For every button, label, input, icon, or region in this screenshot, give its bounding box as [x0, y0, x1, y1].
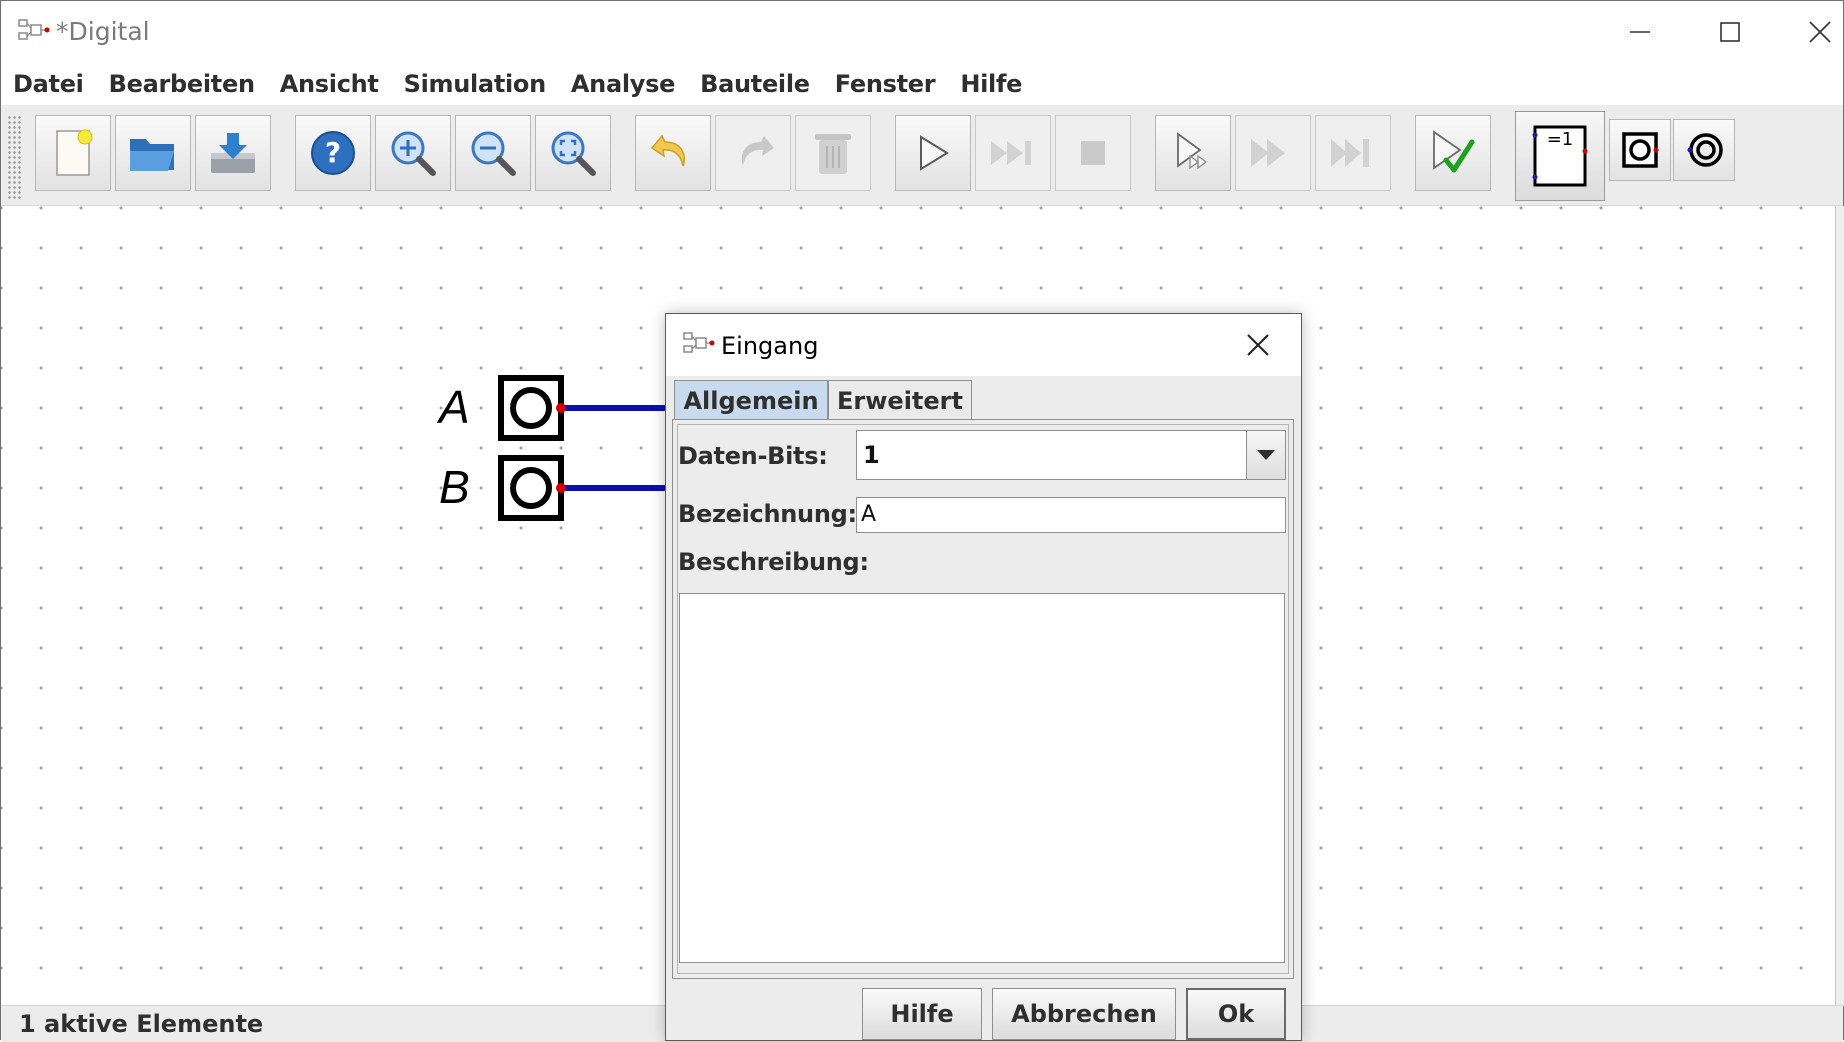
output-component-button[interactable] — [1673, 119, 1735, 181]
data-bits-combobox[interactable]: 1 — [856, 430, 1286, 480]
open-folder-icon — [130, 139, 174, 171]
micro-step-button[interactable] — [1155, 115, 1231, 191]
undo-button[interactable] — [635, 115, 711, 191]
zoom-in-icon — [391, 131, 436, 176]
input-a-label: A — [439, 381, 470, 433]
chevron-down-icon — [1257, 450, 1275, 460]
xor-gate-button[interactable]: =1 — [1515, 111, 1605, 201]
fast-run-button[interactable] — [1235, 115, 1311, 191]
cancel-button[interactable]: Abbrechen — [992, 988, 1176, 1040]
close-window-button[interactable] — [1785, 9, 1844, 55]
ok-button[interactable]: Ok — [1186, 988, 1286, 1040]
title-bar: *Digital — [1, 1, 1843, 63]
app-logo-icon — [683, 332, 715, 353]
input-a-pin — [556, 403, 566, 413]
xor-gate-label: =1 — [1547, 129, 1574, 150]
menu-analyse[interactable]: Analyse — [571, 70, 676, 98]
input-b-label: B — [439, 461, 470, 513]
menu-datei[interactable]: Datei — [13, 70, 84, 98]
input-b-component[interactable] — [495, 452, 675, 524]
new-button[interactable] — [35, 115, 111, 191]
dialog-title-bar[interactable]: Eingang — [666, 314, 1301, 376]
help-icon: ? — [311, 131, 355, 175]
maximize-button[interactable] — [1695, 9, 1765, 55]
fast-forward-icon — [1251, 139, 1285, 167]
input-component-icon — [1622, 132, 1659, 168]
input-b-pin — [556, 483, 566, 493]
data-bits-dropdown-button[interactable] — [1246, 431, 1285, 479]
data-bits-value: 1 — [863, 441, 880, 469]
zoom-out-icon — [471, 131, 516, 176]
menu-simulation[interactable]: Simulation — [404, 70, 547, 98]
zoom-out-button[interactable] — [455, 115, 531, 191]
save-button[interactable] — [195, 115, 271, 191]
menu-ansicht[interactable]: Ansicht — [280, 70, 379, 98]
input-properties-dialog: Eingang Allgemein Erweitert Daten-Bits: … — [665, 313, 1302, 1041]
step-button[interactable] — [975, 115, 1051, 191]
step-forward-icon — [991, 141, 1031, 165]
zoom-fit-button[interactable] — [535, 115, 611, 191]
svg-text:?: ? — [325, 136, 341, 169]
undo-icon — [650, 134, 685, 167]
stop-icon — [1081, 141, 1105, 165]
description-textarea[interactable] — [679, 593, 1285, 963]
micro-step-icon — [1177, 132, 1208, 170]
menu-bar: Datei Bearbeiten Ansicht Simulation Anal… — [1, 65, 1843, 103]
toolbar: ? =1 — [1, 105, 1843, 206]
output-component-icon — [1687, 133, 1723, 167]
save-icon — [211, 133, 255, 173]
vertical-scrollbar[interactable] — [1835, 206, 1844, 1006]
main-window: *Digital Datei Bearbeiten Ansicht Simula… — [0, 0, 1844, 1042]
input-component-button[interactable] — [1609, 119, 1671, 181]
menu-bauteile[interactable]: Bauteile — [700, 70, 810, 98]
help-button[interactable]: Hilfe — [862, 988, 982, 1040]
name-field[interactable]: A — [856, 497, 1286, 533]
menu-bearbeiten[interactable]: Bearbeiten — [109, 70, 255, 98]
redo-button[interactable] — [715, 115, 791, 191]
run-to-break-icon — [1331, 139, 1369, 167]
stop-button[interactable] — [1055, 115, 1131, 191]
delete-icon — [815, 134, 851, 174]
dialog-close-button[interactable] — [1241, 328, 1275, 362]
test-check-icon — [1433, 130, 1475, 173]
zoom-fit-icon — [551, 131, 596, 176]
tab-erweitert[interactable]: Erweitert — [828, 380, 972, 420]
minimize-icon — [1630, 31, 1650, 33]
maximize-icon — [1720, 22, 1740, 42]
xor-gate-icon: =1 — [1532, 125, 1588, 187]
minimize-button[interactable] — [1605, 9, 1675, 55]
run-to-break-button[interactable] — [1315, 115, 1391, 191]
menu-fenster[interactable]: Fenster — [835, 70, 936, 98]
status-text: 1 aktive Elemente — [19, 1010, 264, 1038]
open-button[interactable] — [115, 115, 191, 191]
name-label: Bezeichnung: — [678, 500, 857, 528]
run-tests-button[interactable] — [1415, 115, 1491, 191]
new-file-icon — [56, 129, 93, 176]
redo-icon — [741, 136, 774, 166]
play-icon — [920, 135, 949, 171]
zoom-in-button[interactable] — [375, 115, 451, 191]
delete-button[interactable] — [795, 115, 871, 191]
close-icon — [1809, 21, 1831, 43]
close-icon — [1247, 334, 1269, 356]
help-button[interactable]: ? — [295, 115, 371, 191]
start-simulation-button[interactable] — [895, 115, 971, 191]
window-title: *Digital — [56, 17, 150, 46]
input-a-component[interactable] — [495, 372, 675, 444]
toolbar-grip[interactable] — [7, 115, 23, 199]
tab-allgemein[interactable]: Allgemein — [674, 380, 828, 420]
app-logo-icon — [18, 19, 50, 40]
description-label: Beschreibung: — [678, 548, 869, 576]
data-bits-label: Daten-Bits: — [678, 442, 828, 470]
menu-hilfe[interactable]: Hilfe — [960, 70, 1022, 98]
dialog-title: Eingang — [721, 332, 819, 360]
